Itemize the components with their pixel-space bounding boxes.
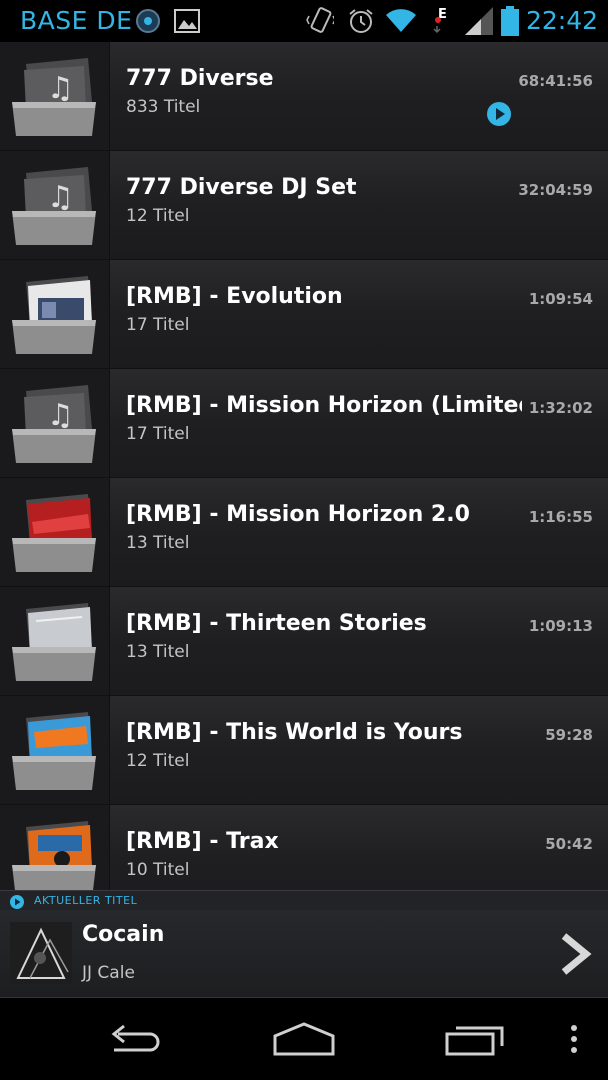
now-playing-bar[interactable]: Cocain JJ Cale bbox=[0, 910, 608, 998]
album-cover bbox=[0, 587, 110, 695]
album-duration: 32:04:59 bbox=[518, 181, 593, 199]
signal-icon bbox=[464, 6, 494, 40]
track-count: 17 Titel bbox=[126, 315, 190, 335]
track-count: 17 Titel bbox=[126, 424, 190, 444]
album-row[interactable]: [RMB] - Mission Horizon 2.0 13 Titel 1:1… bbox=[0, 478, 608, 587]
album-row[interactable]: [RMB] - Thirteen Stories 13 Titel 1:09:1… bbox=[0, 587, 608, 696]
album-duration: 1:32:02 bbox=[528, 399, 593, 417]
album-duration: 1:16:55 bbox=[528, 508, 593, 526]
album-row[interactable]: [RMB] - Trax 10 Titel 50:42 bbox=[0, 805, 608, 890]
album-title: [RMB] - Trax bbox=[126, 829, 279, 854]
album-row[interactable]: ♫ [RMB] - Mission Horizon (Limited Ed 17… bbox=[0, 369, 608, 478]
album-row[interactable]: [RMB] - Evolution 17 Titel 1:09:54 bbox=[0, 260, 608, 369]
overflow-menu-icon[interactable] bbox=[566, 1018, 582, 1066]
status-bar: BASE DE E 22:42 bbox=[0, 0, 608, 42]
now-playing-cover bbox=[10, 922, 72, 984]
carrier-name: BASE DE bbox=[20, 6, 133, 35]
album-cover bbox=[0, 260, 110, 368]
album-row[interactable]: ♫ 777 Diverse 833 Titel 68:41:56 bbox=[0, 42, 608, 151]
track-count: 12 Titel bbox=[126, 751, 190, 771]
folder-music-icon: ♫ bbox=[0, 42, 110, 150]
navigation-bar bbox=[0, 998, 608, 1080]
album-row[interactable]: ♫ 777 Diverse DJ Set 12 Titel 32:04:59 bbox=[0, 151, 608, 260]
album-cover bbox=[0, 478, 110, 586]
svg-text:♫: ♫ bbox=[47, 180, 74, 215]
battery-icon bbox=[499, 5, 521, 41]
album-title: [RMB] - This World is Yours bbox=[126, 720, 463, 745]
album-title: [RMB] - Mission Horizon (Limited Ed bbox=[126, 393, 522, 418]
image-icon bbox=[174, 9, 200, 37]
track-count: 13 Titel bbox=[126, 642, 190, 662]
recent-apps-icon[interactable] bbox=[444, 1018, 508, 1066]
now-playing-indicator-icon bbox=[487, 102, 511, 130]
album-duration: 50:42 bbox=[545, 835, 593, 853]
track-count: 12 Titel bbox=[126, 206, 190, 226]
vibrate-icon bbox=[306, 6, 336, 40]
home-icon[interactable] bbox=[272, 1018, 336, 1066]
folder-music-icon: ♫ bbox=[0, 369, 110, 477]
album-cover bbox=[0, 696, 110, 804]
track-count: 10 Titel bbox=[126, 860, 190, 880]
wifi-icon bbox=[385, 7, 417, 37]
media-player-icon bbox=[136, 9, 160, 37]
now-playing-artist: JJ Cale bbox=[82, 963, 135, 983]
album-cover bbox=[0, 805, 110, 890]
track-count: 13 Titel bbox=[126, 533, 190, 553]
album-title: 777 Diverse bbox=[126, 66, 274, 91]
album-duration: 1:09:13 bbox=[528, 617, 593, 635]
folder-music-icon: ♫ bbox=[0, 151, 110, 259]
chevron-right-icon[interactable] bbox=[558, 932, 592, 980]
svg-text:♫: ♫ bbox=[47, 398, 74, 433]
album-title: [RMB] - Thirteen Stories bbox=[126, 611, 427, 636]
album-title: [RMB] - Mission Horizon 2.0 bbox=[126, 502, 470, 527]
album-row[interactable]: [RMB] - This World is Yours 12 Titel 59:… bbox=[0, 696, 608, 805]
alarm-icon bbox=[347, 7, 375, 39]
now-playing-header: AKTUELLER TITEL bbox=[0, 890, 608, 910]
clock: 22:42 bbox=[525, 6, 598, 35]
now-playing-label: AKTUELLER TITEL bbox=[34, 894, 138, 907]
album-duration: 68:41:56 bbox=[518, 72, 593, 90]
now-playing-title: Cocain bbox=[82, 922, 165, 947]
album-title: 777 Diverse DJ Set bbox=[126, 175, 357, 200]
svg-text:♫: ♫ bbox=[47, 71, 74, 106]
track-count: 833 Titel bbox=[126, 97, 201, 117]
album-duration: 1:09:54 bbox=[528, 290, 593, 308]
album-list[interactable]: ♫ 777 Diverse 833 Titel 68:41:56 ♫ 777 D… bbox=[0, 42, 608, 890]
back-icon[interactable] bbox=[104, 1018, 164, 1066]
data-e-icon: E bbox=[432, 4, 454, 38]
album-title: [RMB] - Evolution bbox=[126, 284, 343, 309]
album-duration: 59:28 bbox=[545, 726, 593, 744]
